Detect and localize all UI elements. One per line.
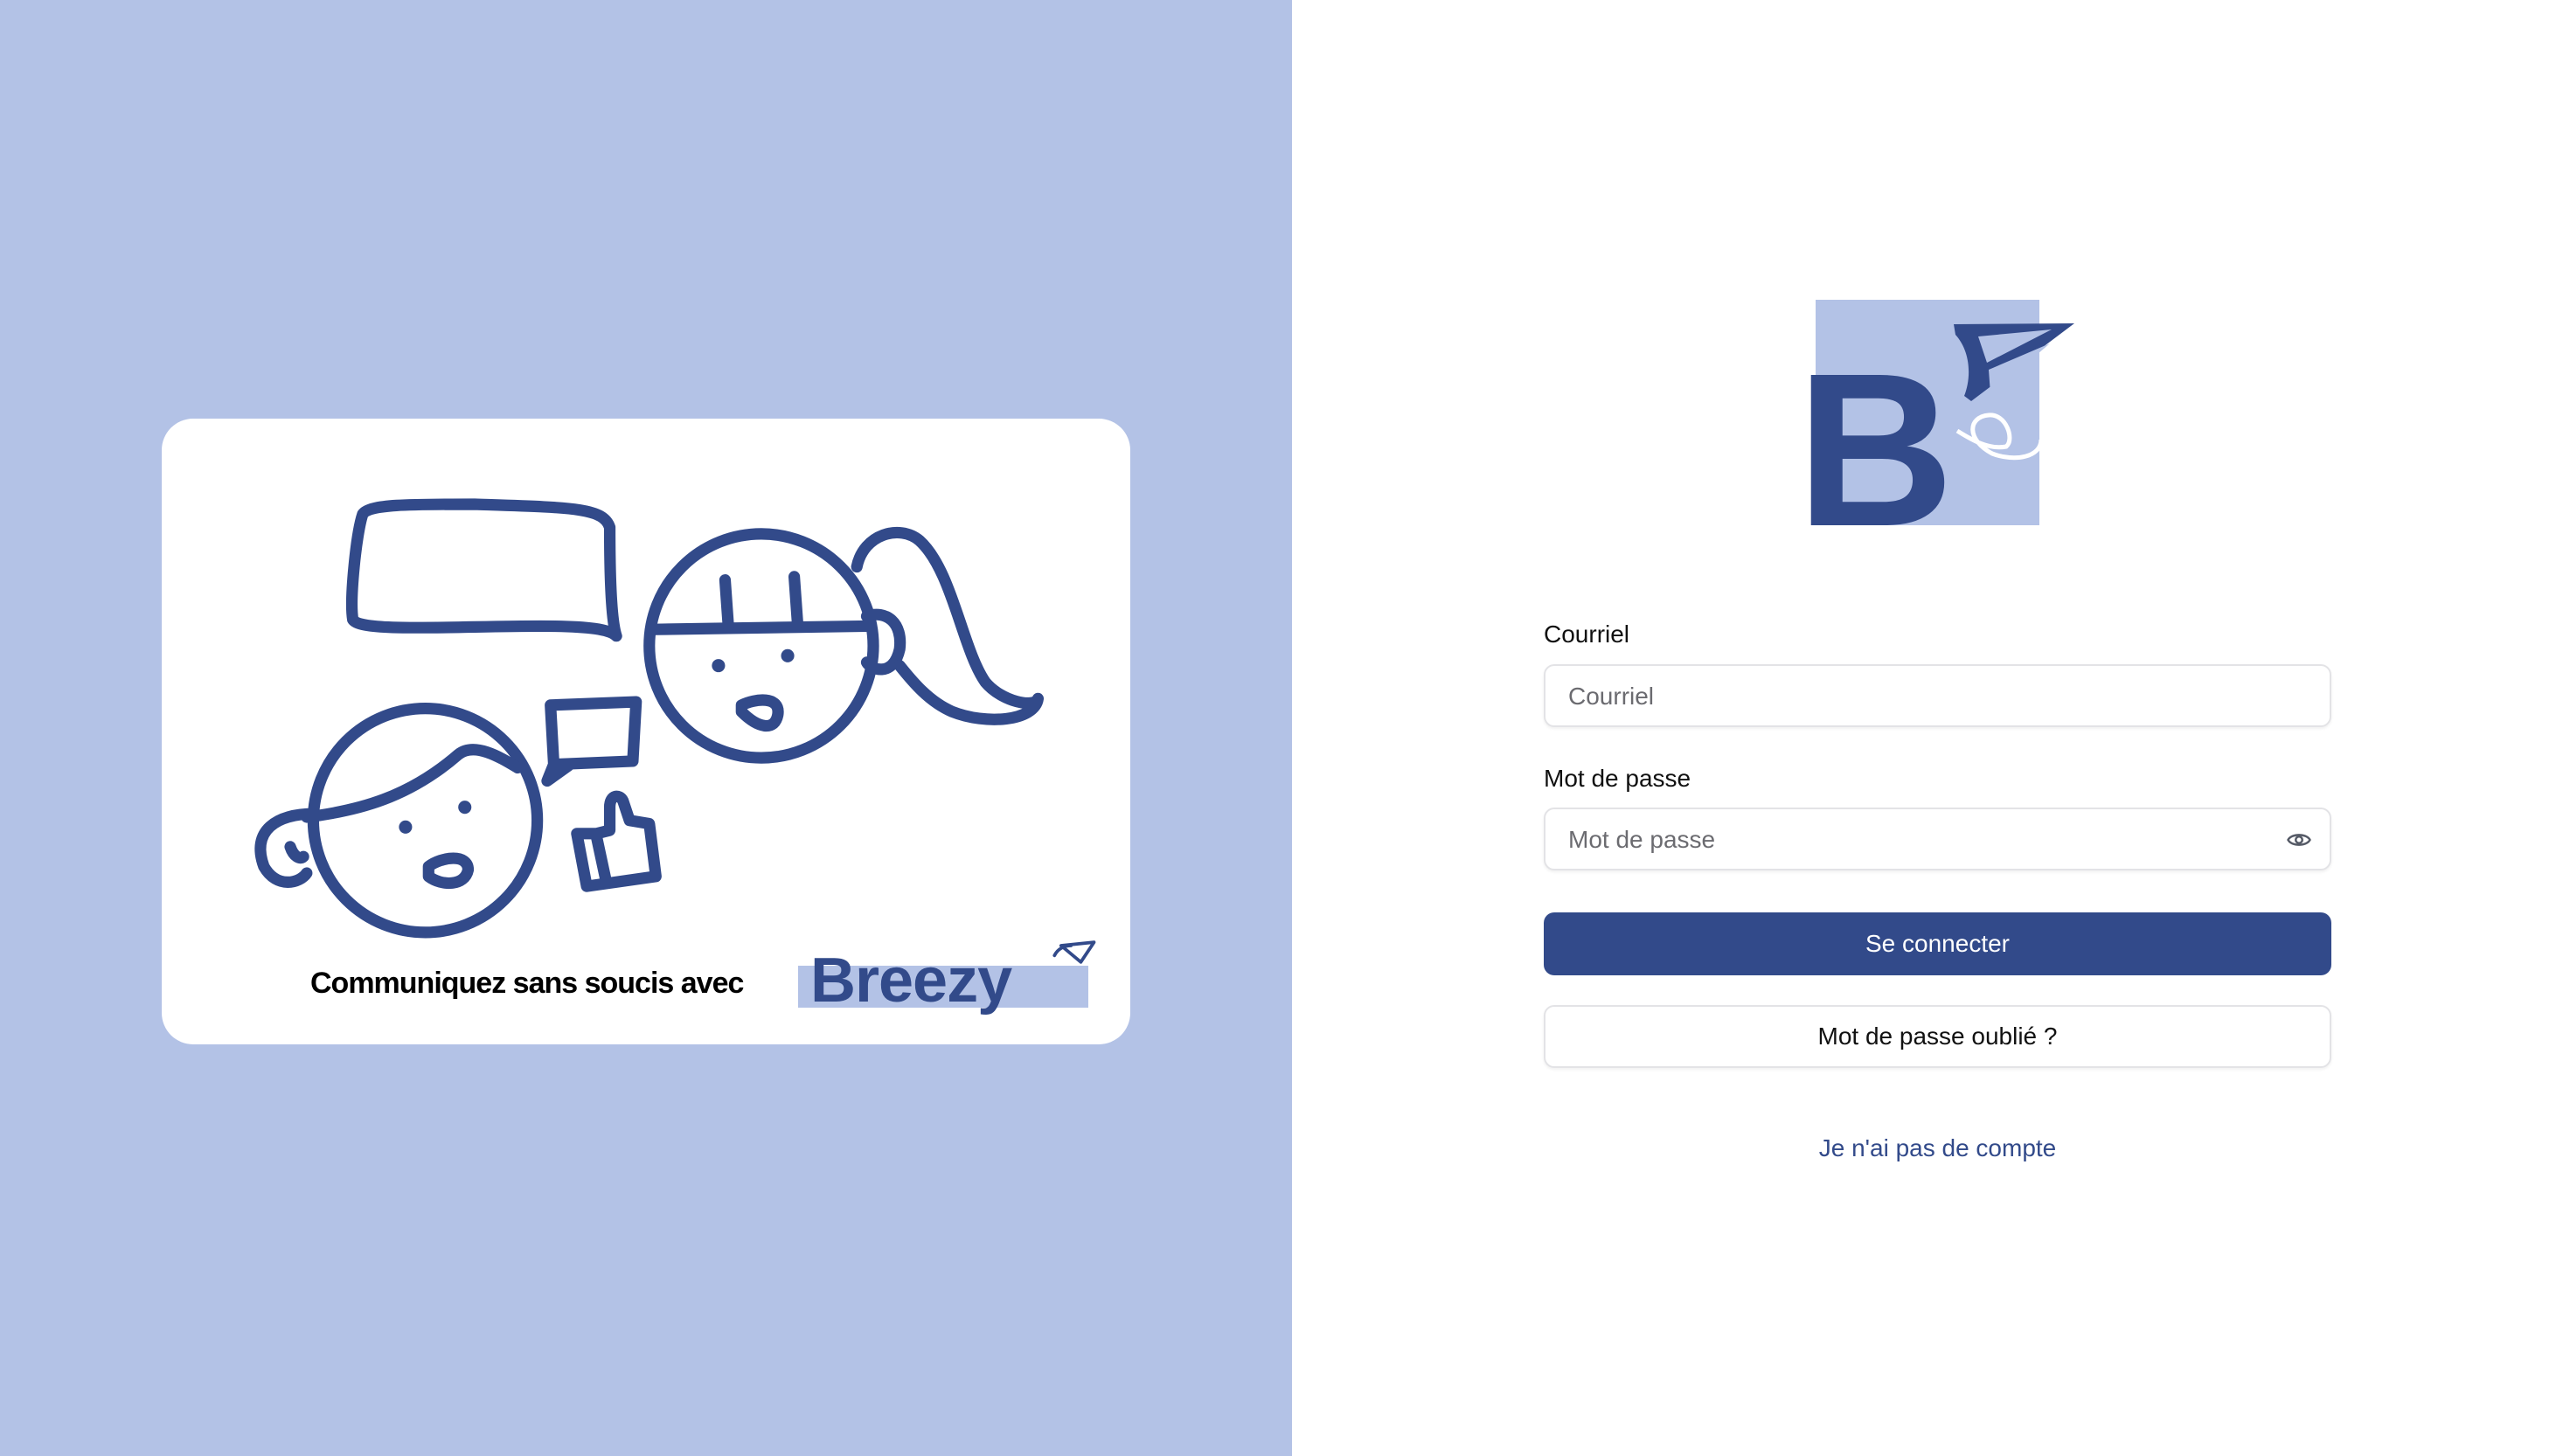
email-label: Courriel <box>1544 621 1630 648</box>
breezy-wordmark: Breezy <box>798 946 1088 1016</box>
password-input[interactable] <box>1566 809 2287 870</box>
illustration-card: Communiquez sans soucis avec Breezy <box>162 419 1130 1044</box>
forgot-password-button[interactable]: Mot de passe oublié ? <box>1544 1005 2331 1068</box>
logo-letter: B <box>1796 328 1955 527</box>
eye-icon[interactable] <box>2286 827 2312 853</box>
tagline: Communiquez sans soucis avec <box>310 967 744 1000</box>
illustration-panel: Communiquez sans soucis avec Breezy <box>0 0 1292 1456</box>
email-input[interactable] <box>1566 666 2287 727</box>
wordmark-text: Breezy <box>810 946 1012 1016</box>
email-field[interactable] <box>1544 664 2331 727</box>
login-button[interactable]: Se connecter <box>1544 912 2331 975</box>
signup-link[interactable]: Je n'ai pas de compte <box>1544 1134 2331 1162</box>
breezy-logo: B <box>1796 300 2074 527</box>
password-field[interactable] <box>1544 808 2331 870</box>
password-label: Mot de passe <box>1544 765 1691 792</box>
